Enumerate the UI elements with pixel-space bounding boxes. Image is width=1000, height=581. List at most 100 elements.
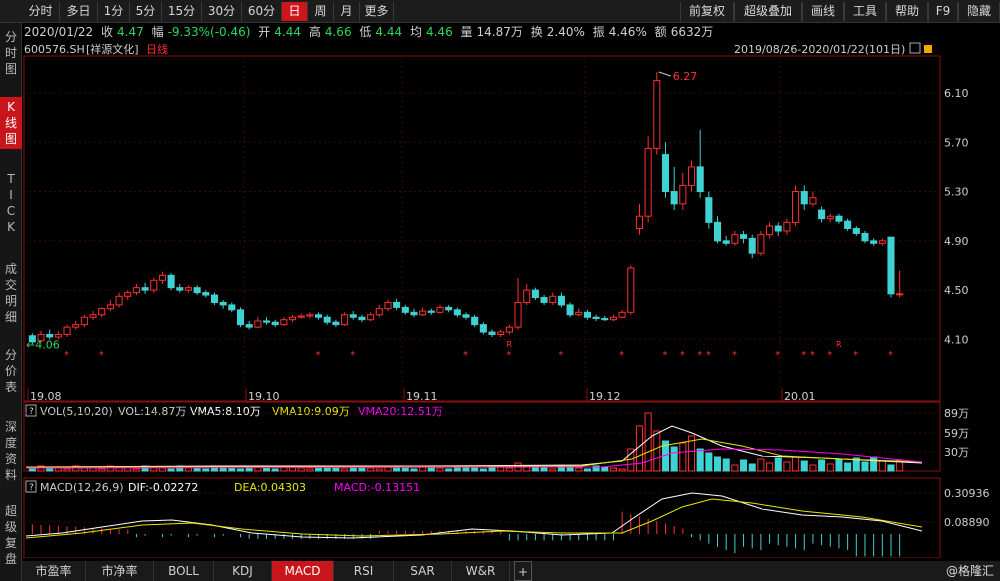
indicator-tab-2[interactable]: BOLL <box>154 561 214 581</box>
macd-help-glyph: ? <box>29 483 34 493</box>
chart-area[interactable]: 600576.SH [祥源文化] 日线 2019/08/26-2020/01/22(1… <box>22 41 1000 559</box>
open-value: 4.44 <box>274 25 302 39</box>
indicator-tab-3[interactable]: KDJ <box>214 561 272 581</box>
volume-bar-89 <box>800 460 808 472</box>
candle-body-57 <box>523 289 531 303</box>
indicator-tab-0[interactable]: 市盈率 <box>22 561 86 581</box>
toolbar-tool-6[interactable]: 隐藏 <box>958 2 1000 21</box>
volume-bar-40 <box>375 468 383 472</box>
signal-star-1: * <box>99 350 104 361</box>
amplitude-value: 4.46% <box>608 25 647 39</box>
signal-star-14: * <box>801 350 806 361</box>
candle-body-29 <box>280 319 288 326</box>
toolbar-period-0[interactable]: 分时 <box>22 2 60 21</box>
vol-axis-label-0: 89万 <box>944 407 969 420</box>
toolbar-period-2[interactable]: 1分 <box>98 2 130 21</box>
candle-body-73 <box>661 154 670 193</box>
signal-star-6: * <box>558 350 563 361</box>
candle-body-94 <box>844 220 852 230</box>
signal-star-11: * <box>706 350 711 361</box>
toolbar-tool-1[interactable]: 超级叠加 <box>734 2 802 21</box>
volume-bar-60 <box>549 468 557 472</box>
indicator-tab-7[interactable]: W&R <box>452 561 510 581</box>
toolbar-period-8[interactable]: 周 <box>308 2 334 21</box>
signal-r-1: R <box>836 340 842 349</box>
toolbar-tool-2[interactable]: 画线 <box>802 2 844 21</box>
toolbar-period-6[interactable]: 60分 <box>242 2 282 21</box>
indicator-tab-6[interactable]: SAR <box>394 561 452 581</box>
signal-star-5: * <box>506 350 511 361</box>
candle-body-51 <box>471 316 479 326</box>
candle-body-66 <box>601 317 609 321</box>
add-indicator-icon[interactable]: + <box>514 561 532 581</box>
leftnav-item-6[interactable]: 超级复盘 <box>0 501 22 569</box>
candle-body-68 <box>618 311 626 318</box>
toolbar-period-1[interactable]: 多日 <box>60 2 98 21</box>
indicator-tab-1[interactable]: 市净率 <box>86 561 154 581</box>
toolbar-period-3[interactable]: 5分 <box>130 2 162 21</box>
signal-star-4: * <box>463 350 468 361</box>
candle-body-8 <box>98 308 106 316</box>
avg-value: 4.46 <box>425 25 453 39</box>
volume-bar-94 <box>844 462 852 472</box>
candle-body-14 <box>150 279 158 291</box>
volume-bar-52 <box>479 468 487 472</box>
leftnav-item-5[interactable]: 深度资料 <box>0 417 22 485</box>
candle-body-18 <box>184 287 192 291</box>
signal-star-16: * <box>827 350 832 361</box>
volume-bar-96 <box>861 461 869 472</box>
leftnav-item-2[interactable]: TICK <box>0 169 22 237</box>
volume-bar-83 <box>748 463 756 472</box>
kline-chart-svg[interactable]: 600576.SH [祥源文化] 日线 2019/08/26-2020/01/22(1… <box>22 41 1000 559</box>
signal-star-18: * <box>888 350 893 361</box>
volume-bar-51 <box>471 467 479 472</box>
change-label: 幅 <box>151 25 164 39</box>
leftnav-item-0[interactable]: 分时图 <box>0 27 22 79</box>
toolbar-period-10[interactable]: 更多 <box>360 2 394 21</box>
candle-body-59 <box>540 297 548 303</box>
candle-body-10 <box>115 295 123 306</box>
vol-axis-label-2: 30万 <box>944 446 969 459</box>
toolbar-period-9[interactable]: 月 <box>334 2 360 21</box>
signal-star-12: * <box>732 350 737 361</box>
indicator-tab-5[interactable]: RSI <box>334 561 394 581</box>
toolbar-tool-0[interactable]: 前复权 <box>680 2 734 21</box>
low-label: 低 <box>359 25 372 39</box>
lock-icon <box>924 45 932 53</box>
indicator-tabs: 市盈率 市净率 BOLL KDJ MACD RSI SAR W&R + <box>22 561 1000 581</box>
candle-body-40 <box>375 308 383 316</box>
candle-body-83 <box>748 237 756 254</box>
toolbar-period-5[interactable]: 30分 <box>202 2 242 21</box>
candle-body-22 <box>219 301 227 306</box>
volume-value: 14.87万 <box>476 25 523 39</box>
macd-value: MACD:-0.13151 <box>334 481 420 494</box>
candle-body-15 <box>158 274 166 281</box>
volume-bar-8 <box>98 468 106 472</box>
leftnav-item-4[interactable]: 分价表 <box>0 345 22 397</box>
vma20-value: VMA20:12.51万 <box>358 405 443 418</box>
candle-body-3 <box>54 333 62 338</box>
candle-body-5 <box>72 324 80 328</box>
candle-body-26 <box>254 320 262 328</box>
price-axis-label-4: 4.50 <box>944 284 969 297</box>
leftnav-item-1[interactable]: K线图 <box>0 97 22 149</box>
candle-body-92 <box>826 215 834 220</box>
toolbar-tool-5[interactable]: F9 <box>928 2 958 21</box>
volume-bar-48 <box>445 468 453 472</box>
toolbar-period-7[interactable]: 日 <box>282 2 308 21</box>
toolbar-tool-4[interactable]: 帮助 <box>886 2 928 21</box>
candle-body-81 <box>731 234 739 244</box>
period-label: 日线 <box>146 42 168 56</box>
toolbar-period-4[interactable]: 15分 <box>162 2 202 21</box>
candle-body-65 <box>592 316 600 319</box>
candle-body-48 <box>445 306 453 311</box>
volume-bar-28 <box>271 468 279 472</box>
indicator-tab-4[interactable]: MACD <box>272 561 334 581</box>
signal-star-10: * <box>697 350 702 361</box>
toolbar-tool-3[interactable]: 工具 <box>844 2 886 21</box>
dea-line <box>25 498 923 539</box>
price-axis-label-5: 4.10 <box>944 333 969 346</box>
candle-body-38 <box>358 316 366 321</box>
low-annotation: ←4.06 <box>26 338 60 351</box>
leftnav-item-3[interactable]: 成交明细 <box>0 259 22 327</box>
